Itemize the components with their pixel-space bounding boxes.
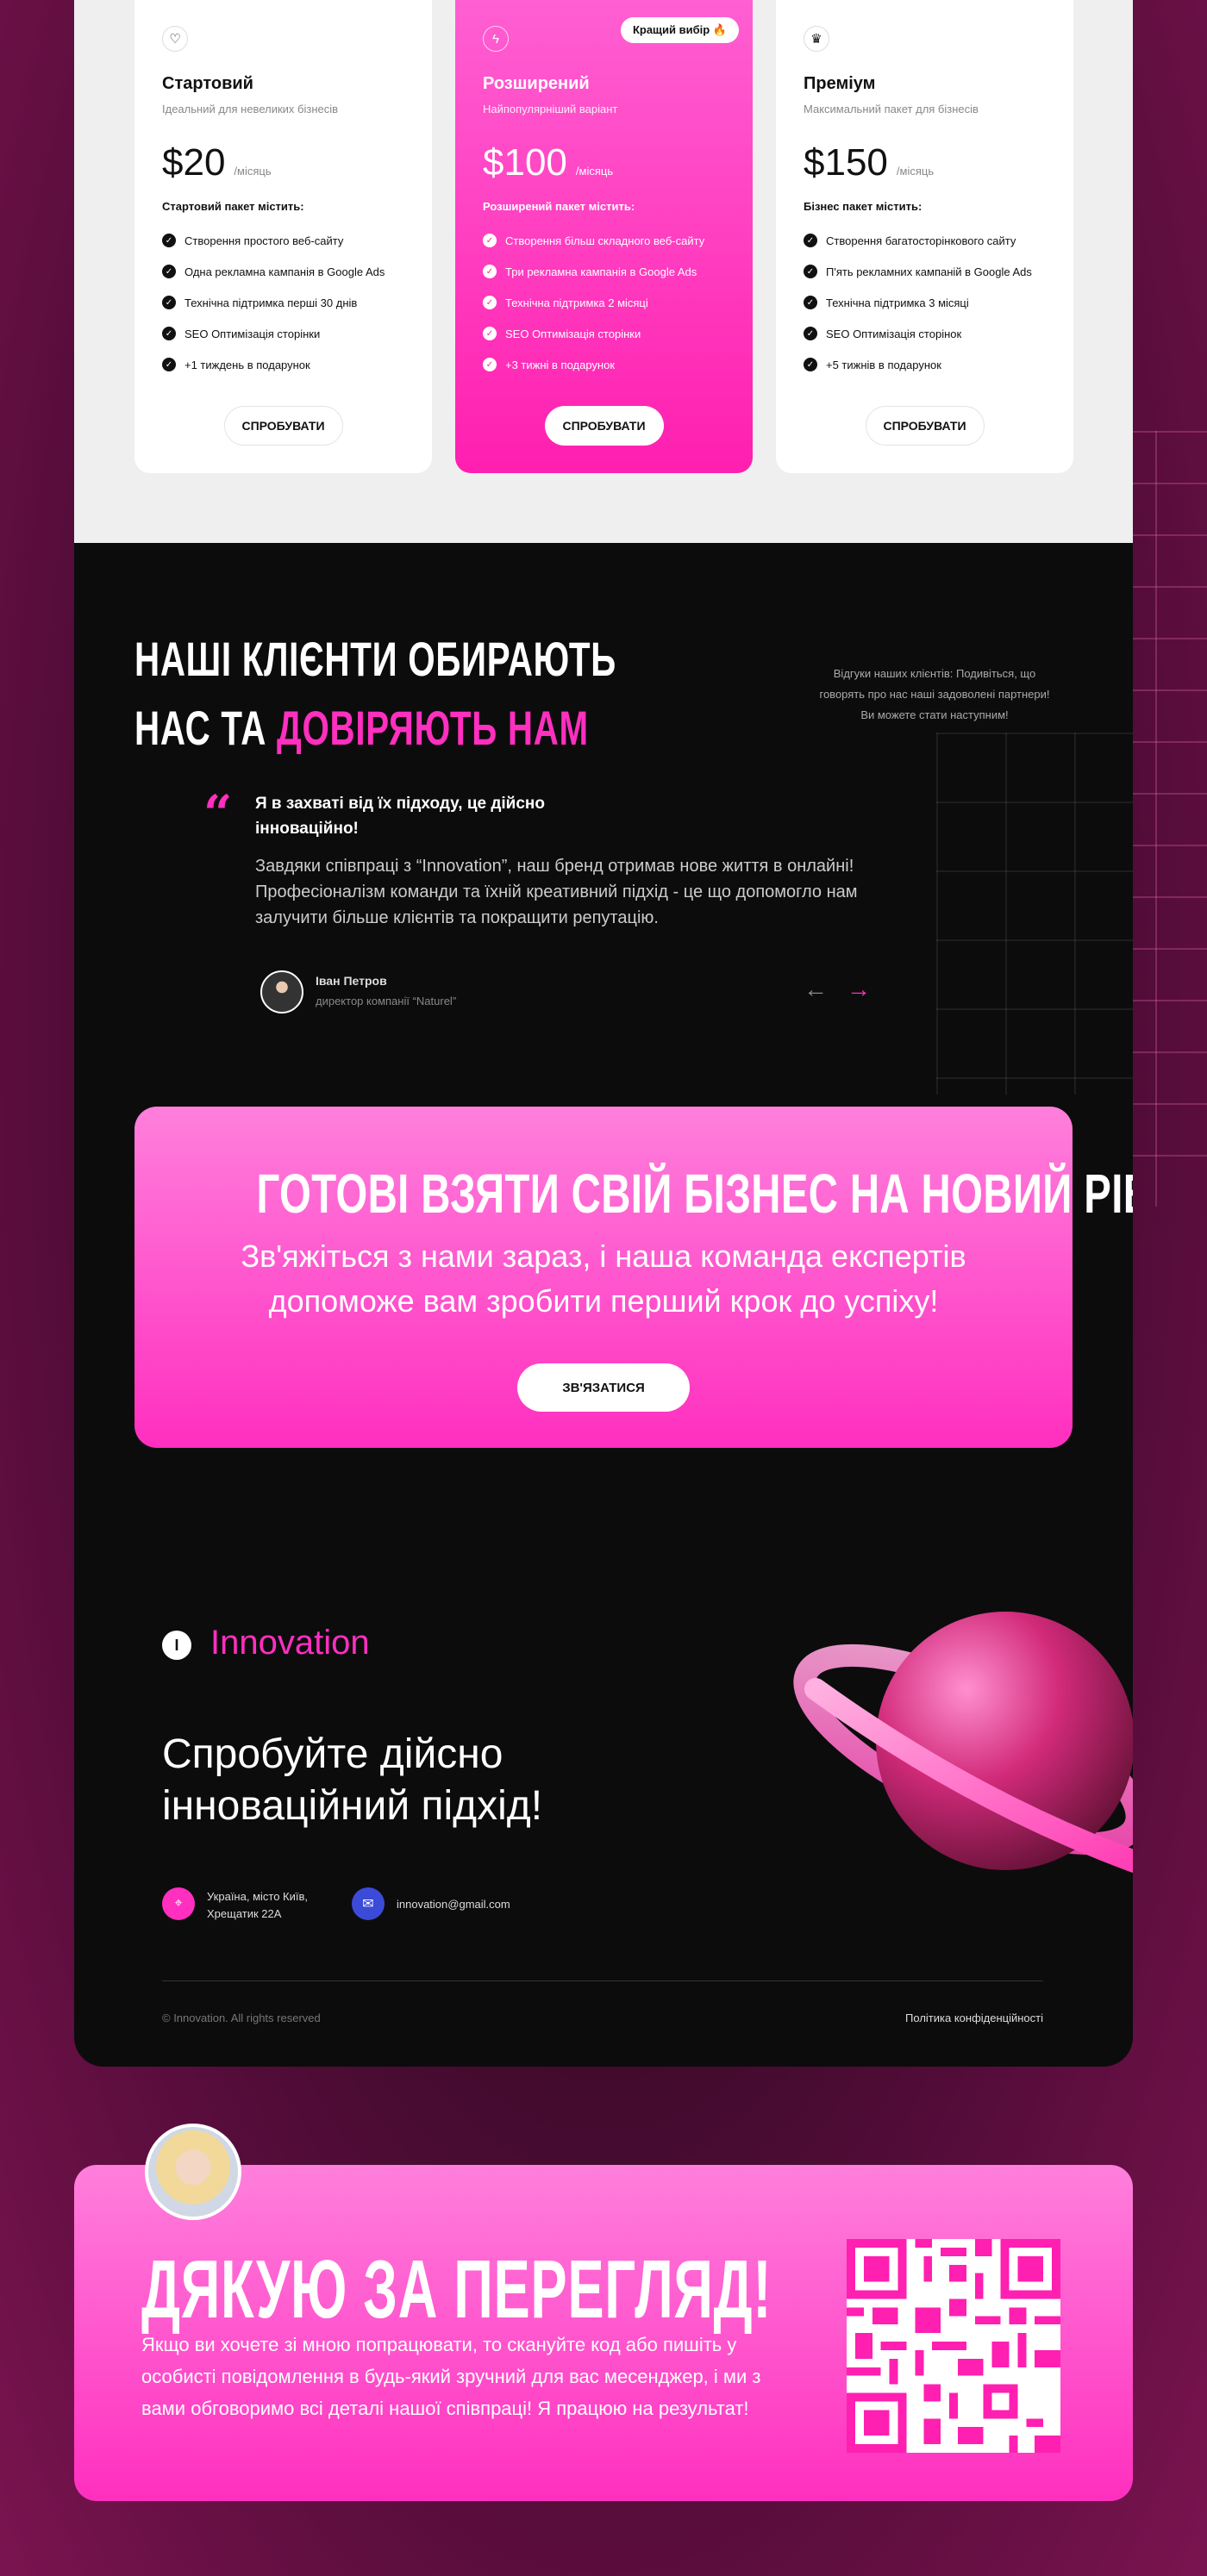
plan-description: Найпопулярніший варіант [483,103,618,115]
mail-icon: ✉ [352,1887,385,1920]
check-icon: ✓ [483,296,497,309]
plan-feature: ✓ +1 тиждень в подарунок [162,349,404,380]
plan-feature: ✓ Створення більш складного веб-сайту [483,225,725,256]
plan-feature: ✓ +3 тижні в подарунок [483,349,725,380]
testimonial-headline: Я в захваті від їх підходу, це дійсно ін… [255,795,546,838]
plan-feature: ✓ Технічна підтримка 3 місяці [804,287,1046,318]
footer-divider [162,1980,1043,1981]
author-role: директор компанії “Naturel” [316,995,457,1007]
privacy-policy-link[interactable]: Політика конфіденційності [905,2012,1043,2024]
plan-feature: ✓ Технічна підтримка перші 30 днів [162,287,404,318]
check-icon: ✓ [483,234,497,247]
prev-arrow-icon[interactable]: ← [804,976,828,1003]
plan-feature: ✓ П'ять рекламних кампаній в Google Ads [804,256,1046,287]
dark-content-section: НАШІ КЛІЄНТИ ОБИРАЮТЬ НАС ТА ДОВІРЯЮТЬ Н… [74,543,1133,2067]
check-icon: ✓ [804,327,817,340]
plan-name: Стартовий [162,74,253,93]
cta-subtitle: Зв'яжіться з нами зараз, і наша команда … [241,1238,966,1319]
check-icon: ✓ [804,265,817,278]
decorative-grid [936,733,1133,1095]
plan-feature-list: ✓ Створення більш складного веб-сайту ✓ Тр… [483,225,725,380]
plan-feature-list: ✓ Створення багатосторінкового сайту ✓ П'я… [804,225,1046,380]
plan-card-premium: ♛ Преміум Максимальний пакет для бізнесі… [776,0,1073,473]
try-extended-button[interactable]: СПРОБУВАТИ [544,406,664,446]
plan-period: /місяць [896,165,935,178]
cta-banner: ГОТОВІ ВЗЯТИ СВІЙ БІЗНЕС НА НОВИЙ РІВЕНЬ… [134,1107,1133,1448]
crown-icon: ♛ [804,26,829,52]
check-icon: ✓ [483,327,497,340]
check-icon: ✓ [483,358,497,371]
plan-card-extended: Кращий вибір 🔥 ϟ Розширений Найпопулярні… [455,0,753,473]
lightning-icon: ϟ [483,26,509,52]
plan-feature-list: ✓ Створення простого веб-сайту ✓ Одна рекл… [162,225,404,380]
clients-side-text: Відгуки наших клієнтів: Подивіться, що г… [819,667,1050,721]
qr-code[interactable] [847,2239,1060,2453]
logo-text: Innovation [210,1624,370,1662]
plan-price: $20 [162,141,226,184]
author-photo [145,2124,241,2220]
plan-card-starter: ♡ Стартовий Ідеальний для невеликих бізн… [134,0,432,473]
plan-feature: ✓ SEO Оптимізація сторінки [162,318,404,349]
check-icon: ✓ [483,265,497,278]
pricing-section: ♡ Стартовий Ідеальний для невеликих бізн… [74,0,1133,543]
plan-period: /місяць [234,165,272,178]
plan-feature: ✓ SEO Оптимізація сторінки [483,318,725,349]
plan-price: $100 [483,141,567,184]
check-icon: ✓ [162,327,176,340]
check-icon: ✓ [804,358,817,371]
cta-title: ГОТОВІ ВЗЯТИ СВІЙ БІЗНЕС НА НОВИЙ РІВЕНЬ… [256,1163,1133,1225]
copyright-text: © Innovation. All rights reserved [162,2012,321,2024]
address-text: Україна, місто Київ, Хрещатик 22А [207,1890,309,1920]
contact-button[interactable]: ЗВ'ЯЗАТИСЯ [517,1363,690,1412]
email-link[interactable]: innovation@gmail.com [397,1896,510,1913]
check-icon: ✓ [804,234,817,247]
quote-icon: “ [203,784,233,843]
plan-price: $150 [804,141,888,184]
thanks-text: Якщо ви хочете зі мною попрацювати, то с… [141,2334,761,2419]
check-icon: ✓ [162,296,176,309]
try-premium-button[interactable]: СПРОБУВАТИ [865,406,985,446]
plan-feature: ✓ Створення простого веб-сайту [162,225,404,256]
plan-includes-label: Стартовий пакет містить: [162,200,304,213]
clients-heading: НАШІ КЛІЄНТИ ОБИРАЮТЬ НАС ТА ДОВІРЯЮТЬ Н… [134,632,616,755]
footer-title: Спробуйте дійсно інноваційний підхід! [162,1731,543,1829]
testimonial-text: Завдяки співпраці з “Innovation”, наш бр… [255,857,858,927]
plan-feature: ✓ SEO Оптимізація сторінок [804,318,1046,349]
thanks-section: ДЯКУЮ ЗА ПЕРЕГЛЯД! Якщо ви хочете зі мно… [74,2124,1133,2501]
plan-name: Розширений [483,74,590,93]
check-icon: ✓ [804,296,817,309]
location-pin-icon: ⌖ [162,1887,195,1920]
author-avatar [260,970,303,1014]
plan-description: Максимальний пакет для бізнесів [804,103,979,115]
author-name: Іван Петров [316,974,387,988]
thanks-title: ДЯКУЮ ЗА ПЕРЕГЛЯД! [141,2243,772,2336]
heart-icon: ♡ [162,26,188,52]
check-icon: ✓ [162,265,176,278]
plan-description: Ідеальний для невеликих бізнесів [162,103,339,115]
plan-feature: ✓ Три рекламна кампанія в Google Ads [483,256,725,287]
plan-feature: ✓ Одна рекламна кампанія в Google Ads [162,256,404,287]
plan-period: /місяць [575,165,614,178]
next-arrow-icon[interactable]: → [847,976,871,1003]
plan-includes-label: Бізнес пакет містить: [804,200,922,213]
planet-illustration [793,1612,1133,1873]
plan-feature: ✓ Створення багатосторінкового сайту [804,225,1046,256]
check-icon: ✓ [162,358,176,371]
try-starter-button[interactable]: СПРОБУВАТИ [223,406,343,446]
plan-includes-label: Розширений пакет містить: [483,200,635,213]
plan-feature: ✓ +5 тижнів в подарунок [804,349,1046,380]
plan-name: Преміум [804,74,876,93]
check-icon: ✓ [162,234,176,247]
plan-feature: ✓ Технічна підтримка 2 місяці [483,287,725,318]
best-choice-badge: Кращий вибір 🔥 [620,17,739,43]
logo-icon: I [162,1631,191,1660]
